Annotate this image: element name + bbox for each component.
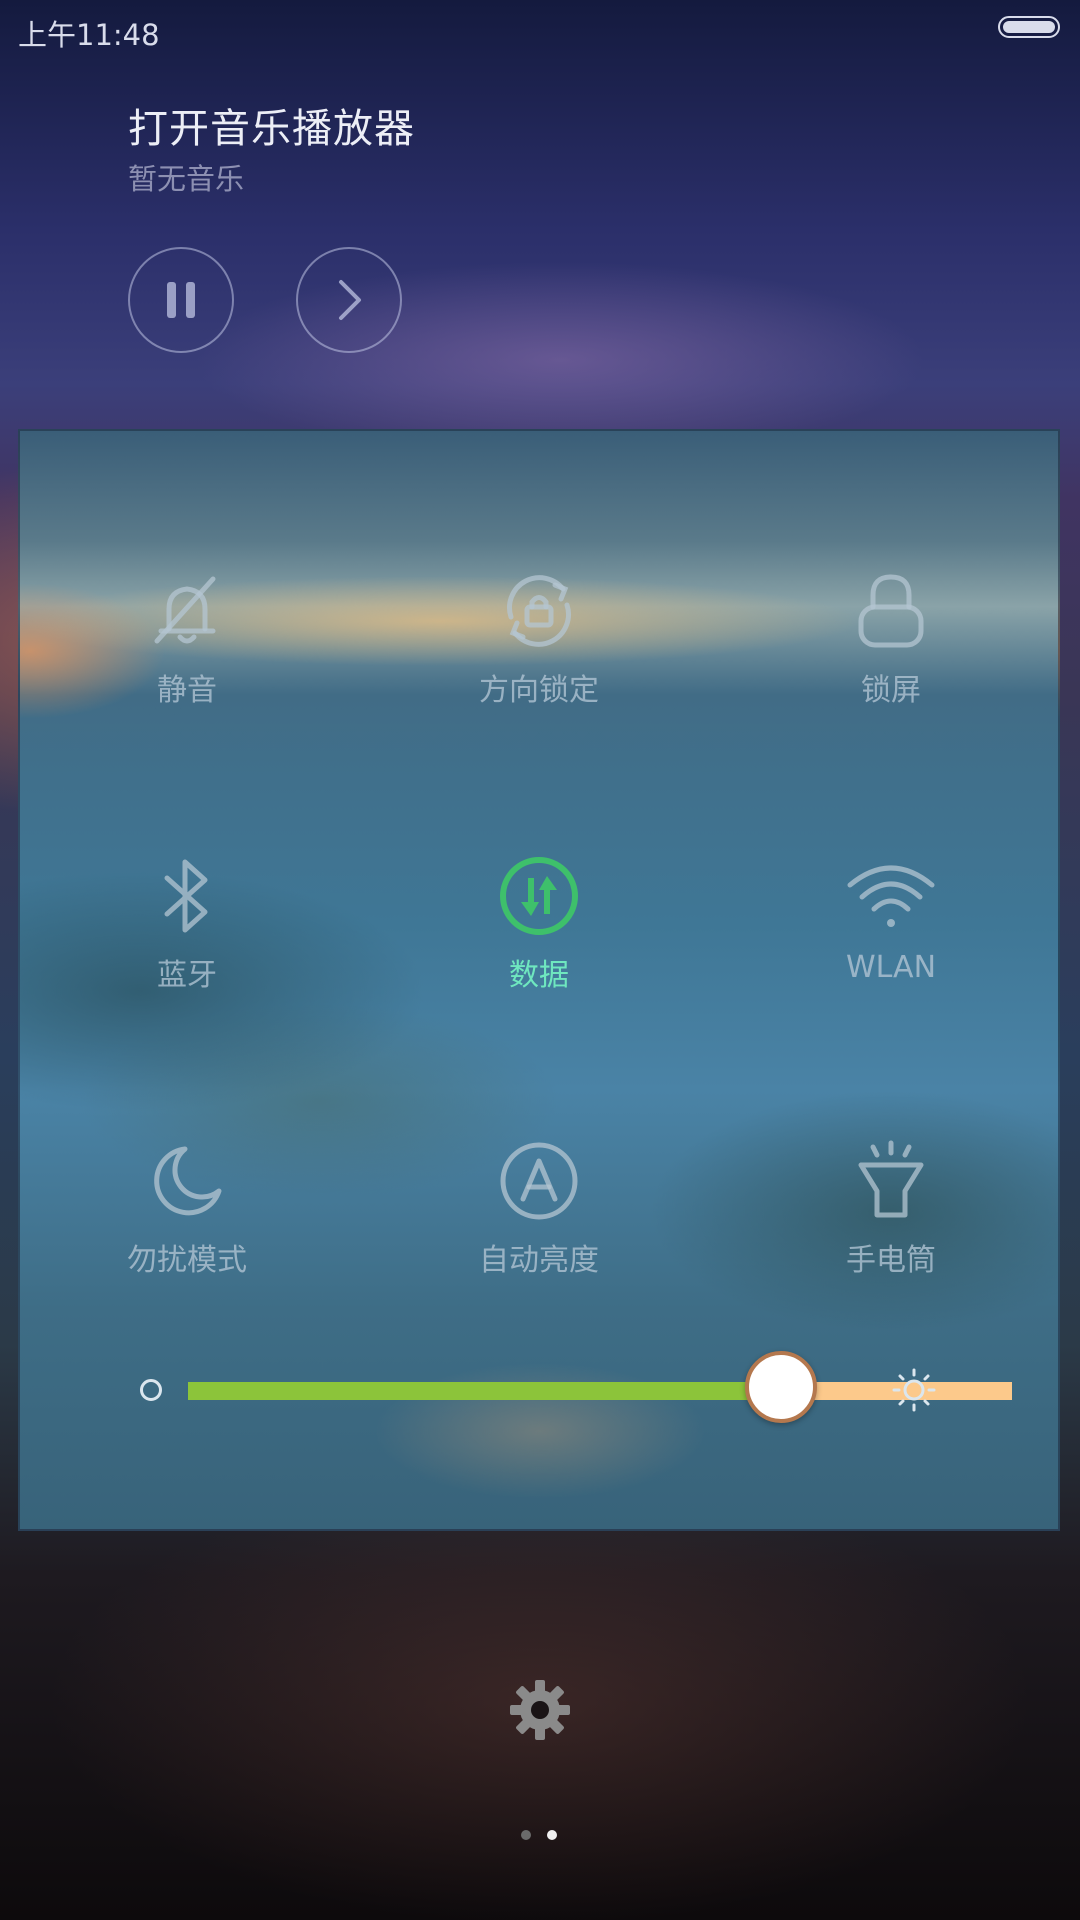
gear-icon [510, 1680, 570, 1740]
toggle-label: 手电筒 [846, 1243, 936, 1278]
toggle-label: 静音 [157, 673, 217, 708]
wifi-icon [847, 856, 935, 936]
lock-icon [851, 571, 931, 651]
auto-brightness-icon [499, 1141, 579, 1221]
toggle-label: 数据 [509, 958, 569, 993]
toggle-mobile-data[interactable]: 数据 [419, 856, 659, 1026]
page-indicator-dot-active [547, 1830, 557, 1840]
toggle-bluetooth[interactable]: 蓝牙 [67, 856, 307, 1026]
brightness-low-icon [140, 1379, 162, 1401]
page-indicator-dot [521, 1830, 531, 1840]
next-button[interactable] [296, 247, 402, 353]
battery-level [1003, 21, 1055, 33]
toggle-mute[interactable]: 静音 [67, 571, 307, 741]
toggle-auto-brightness[interactable]: 自动亮度 [419, 1141, 659, 1311]
mobile-data-icon [499, 856, 579, 936]
music-subtitle: 暂无音乐 [128, 162, 245, 196]
bluetooth-icon [147, 856, 227, 936]
toggle-rotation-lock[interactable]: 方向锁定 [419, 571, 659, 741]
brightness-high-icon [892, 1368, 936, 1412]
toggle-wlan[interactable]: WLAN [771, 856, 1011, 1026]
music-title[interactable]: 打开音乐播放器 [128, 96, 415, 154]
brightness-knob[interactable] [745, 1351, 818, 1423]
toggle-label: 方向锁定 [479, 673, 599, 708]
chevron-right-icon [339, 280, 361, 320]
settings-button[interactable] [508, 1678, 572, 1742]
toggle-flashlight[interactable]: 手电筒 [771, 1140, 1011, 1311]
status-time: 上午11:48 [18, 18, 160, 52]
bell-off-icon [147, 571, 227, 651]
toggle-label: 锁屏 [861, 673, 921, 708]
toggle-label: 自动亮度 [479, 1243, 599, 1278]
rotation-lock-icon [499, 571, 579, 651]
toggle-label: 蓝牙 [157, 958, 217, 993]
pause-button[interactable] [128, 247, 234, 353]
pause-icon [167, 282, 195, 318]
moon-icon [147, 1141, 227, 1221]
toggle-label: 勿扰模式 [127, 1243, 247, 1278]
quick-settings-panel: 静音 方向锁定 锁屏 蓝牙 数据 WLAN 勿扰模式 自动亮度 手电筒 [18, 429, 1060, 1531]
brightness-track-filled[interactable] [188, 1382, 782, 1400]
battery-icon [998, 16, 1060, 38]
flashlight-icon [851, 1140, 931, 1221]
toggle-label: WLAN [845, 950, 937, 985]
toggle-do-not-disturb[interactable]: 勿扰模式 [67, 1141, 307, 1311]
toggle-lock-screen[interactable]: 锁屏 [771, 571, 1011, 741]
brightness-slider[interactable] [140, 1351, 1012, 1431]
